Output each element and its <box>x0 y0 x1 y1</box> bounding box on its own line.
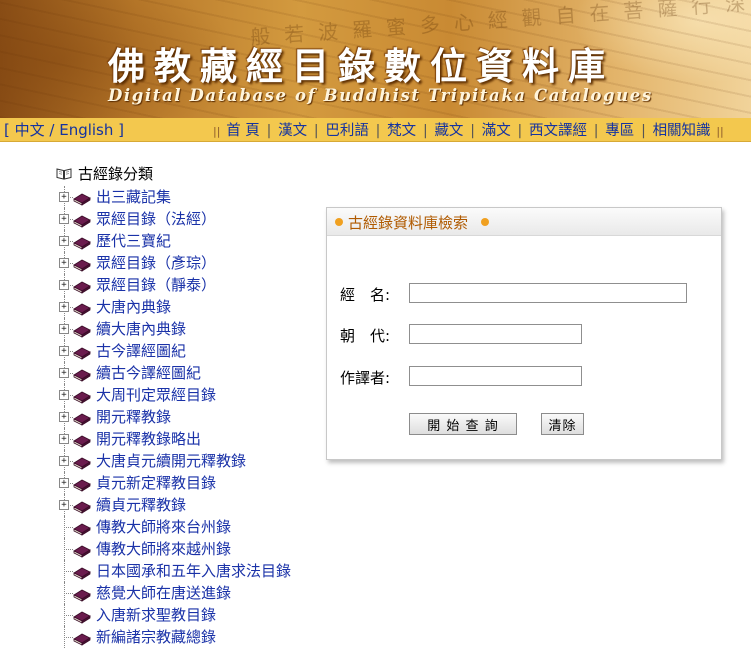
nav-divider: | <box>641 123 646 139</box>
nav-link-tibetan[interactable]: 藏文 <box>434 123 463 139</box>
book-icon <box>73 520 91 536</box>
book-icon <box>73 256 91 272</box>
book-icon <box>73 564 91 580</box>
search-panel-title: 古經錄資料庫檢索 <box>348 214 469 232</box>
site-title-english: Digital Database of Buddhist Tripitaka C… <box>108 86 653 105</box>
book-icon <box>73 586 91 602</box>
dynasty-field-label: 朝 代: <box>340 327 391 345</box>
tree-item-link[interactable]: 大唐貞元續開元釋教錄 <box>96 450 246 472</box>
book-icon <box>73 608 91 624</box>
catalogue-search-panel: 古經錄資料庫檢索 經 名: 朝 代: 作譯者: 開 始 查 詢 清除 <box>326 207 722 460</box>
expand-toggle-icon[interactable]: + <box>59 456 69 466</box>
nav-link-western-translations[interactable]: 西文譯經 <box>529 123 587 139</box>
search-submit-button[interactable]: 開 始 查 詢 <box>409 413 517 435</box>
tree-item-link[interactable]: 出三藏記集 <box>96 186 171 208</box>
expand-toggle-icon[interactable]: + <box>59 280 69 290</box>
tree-item-link[interactable]: 古今譯經圖紀 <box>96 340 186 362</box>
tree-item-link[interactable]: 續大唐內典錄 <box>96 318 186 340</box>
title-field-label: 經 名: <box>340 286 391 304</box>
expand-toggle-icon[interactable]: + <box>59 302 69 312</box>
book-icon <box>73 410 91 426</box>
nav-link-sanskrit[interactable]: 梵文 <box>387 123 416 139</box>
tree-item-link[interactable]: 續古今譯經圖紀 <box>96 362 201 384</box>
translator-input[interactable] <box>409 366 582 386</box>
top-navigation-bar: [ 中文 / English ] || 首 頁 | 漢文 | 巴利語 | 梵文 … <box>0 118 751 142</box>
book-icon <box>73 476 91 492</box>
bullet-icon <box>481 218 489 226</box>
tree-item-link[interactable]: 眾經目錄（彥琮） <box>96 252 216 274</box>
nav-link-manchu[interactable]: 滿文 <box>482 123 511 139</box>
tree-item-link[interactable]: 眾經目錄（靜泰） <box>96 274 216 296</box>
nav-link-pali[interactable]: 巴利語 <box>325 123 369 139</box>
book-icon <box>73 630 91 646</box>
book-icon <box>73 542 91 558</box>
dynasty-input[interactable] <box>409 324 582 344</box>
site-title-chinese: 佛教藏經目錄數位資料庫 <box>108 44 614 88</box>
book-icon <box>73 322 91 338</box>
tree-item-link[interactable]: 續貞元釋教錄 <box>96 494 186 516</box>
expand-toggle-icon[interactable]: + <box>59 390 69 400</box>
language-link[interactable]: [ 中文 / English ] <box>4 121 124 139</box>
tree-item-link[interactable]: 慈覺大師在唐送進錄 <box>96 582 231 604</box>
book-icon <box>73 366 91 382</box>
nav-divider: | <box>517 123 523 139</box>
translator-field-label: 作譯者: <box>340 369 391 387</box>
book-icon <box>73 432 91 448</box>
nav-divider: | <box>313 123 319 139</box>
book-icon <box>73 388 91 404</box>
nav-separator-left: || <box>213 125 221 138</box>
nav-link-home[interactable]: 首 頁 <box>226 123 260 139</box>
tree-item-link[interactable]: 傳教大師將來台州錄 <box>96 516 231 538</box>
nav-divider: | <box>375 123 381 139</box>
tree-item-link[interactable]: 開元釋教錄略出 <box>96 428 201 450</box>
book-icon <box>73 498 91 514</box>
tree-item-link[interactable]: 入唐新求聖教目錄 <box>96 604 216 626</box>
tree-root[interactable]: 古經錄分類 <box>56 163 153 185</box>
expand-toggle-icon[interactable]: + <box>59 434 69 444</box>
book-icon <box>73 344 91 360</box>
expand-toggle-icon[interactable]: + <box>59 478 69 488</box>
nav-separator-right: || <box>716 125 724 138</box>
open-book-icon <box>56 166 72 180</box>
expand-toggle-icon[interactable]: + <box>59 214 69 224</box>
tree-item-link[interactable]: 貞元新定釋教目錄 <box>96 472 216 494</box>
book-icon <box>73 278 91 294</box>
book-icon <box>73 454 91 470</box>
tree-item-link[interactable]: 歷代三寶紀 <box>96 230 171 252</box>
nav-divider: | <box>422 123 428 139</box>
tree-item-link[interactable]: 大周刊定眾經目錄 <box>96 384 216 406</box>
expand-toggle-icon[interactable]: + <box>59 500 69 510</box>
search-panel-header: 古經錄資料庫檢索 <box>327 208 721 236</box>
book-icon <box>73 212 91 228</box>
book-icon <box>73 300 91 316</box>
tree-item-link[interactable]: 新編諸宗教藏總錄 <box>96 626 216 648</box>
nav-link-special-section[interactable]: 專區 <box>605 123 634 139</box>
site-banner: 般若波羅蜜多心經觀自在菩薩行深般若 佛教藏經目錄數位資料庫 Digital Da… <box>0 0 751 118</box>
tree-item-link[interactable]: 開元釋教錄 <box>96 406 171 428</box>
nav-divider: | <box>593 123 599 139</box>
expand-toggle-icon[interactable]: + <box>59 346 69 356</box>
nav-divider: | <box>266 123 272 139</box>
book-icon <box>73 234 91 250</box>
expand-toggle-icon[interactable]: + <box>59 192 69 202</box>
tree-item-link[interactable]: 眾經目錄（法經） <box>96 208 216 230</box>
main-nav-links: || 首 頁 | 漢文 | 巴利語 | 梵文 | 藏文 | 滿文 | 西文譯經 … <box>212 118 725 144</box>
tree-item-link[interactable]: 大唐內典錄 <box>96 296 171 318</box>
clear-button[interactable]: 清除 <box>541 413 584 435</box>
expand-toggle-icon[interactable]: + <box>59 412 69 422</box>
tree-root-label: 古經錄分類 <box>78 165 154 183</box>
book-icon <box>73 190 91 206</box>
expand-toggle-icon[interactable]: + <box>59 324 69 334</box>
bullet-icon <box>335 218 343 226</box>
nav-link-chinese[interactable]: 漢文 <box>278 123 307 139</box>
expand-toggle-icon[interactable]: + <box>59 368 69 378</box>
expand-toggle-icon[interactable]: + <box>59 236 69 246</box>
nav-link-related-knowledge[interactable]: 相關知識 <box>653 123 711 139</box>
language-switcher[interactable]: [ 中文 / English ] <box>4 118 124 142</box>
tree-item-link[interactable]: 日本國承和五年入唐求法目錄 <box>96 560 291 582</box>
tree-item-link[interactable]: 傳教大師將來越州錄 <box>96 538 231 560</box>
nav-divider: | <box>470 123 475 139</box>
expand-toggle-icon[interactable]: + <box>59 258 69 268</box>
title-input[interactable] <box>409 283 687 303</box>
